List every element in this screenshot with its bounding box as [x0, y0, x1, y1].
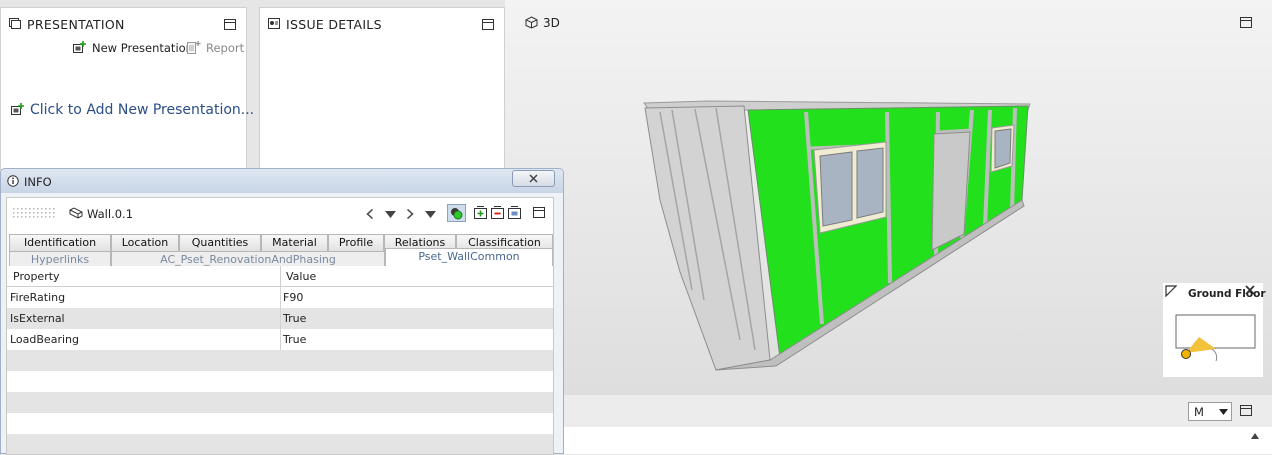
issue-details-title: ISSUE DETAILS: [286, 17, 382, 32]
empty-row: [7, 371, 553, 392]
viewport-status-bar: M: [505, 395, 1272, 427]
info-title: INFO: [24, 175, 52, 189]
wall-element-icon: [69, 207, 83, 219]
property-name: FireRating: [10, 291, 66, 304]
chevron-right-icon[interactable]: [406, 209, 414, 219]
chevron-down-icon[interactable]: [385, 211, 396, 218]
building-model[interactable]: [505, 0, 1272, 395]
add-presentation-icon: [11, 103, 24, 115]
empty-row: [7, 350, 553, 371]
tab-pset-wallcommon[interactable]: Pset_WallCommon: [385, 248, 553, 267]
info-close-button[interactable]: [512, 170, 555, 187]
empty-row: [7, 434, 553, 454]
cell-divider: [280, 308, 281, 329]
property-value: True: [283, 333, 307, 346]
property-grid-header: Property Value: [7, 266, 553, 287]
tab-identification[interactable]: Identification: [9, 234, 111, 251]
table-row[interactable]: IsExternal True: [7, 308, 553, 329]
cell-divider: [280, 287, 281, 308]
property-name: IsExternal: [10, 312, 65, 325]
window-right-glass: [994, 128, 1012, 169]
dropdown-arrow-icon[interactable]: [425, 211, 436, 218]
presentation-icon: [9, 18, 21, 29]
add-presentation-label: Click to Add New Presentation...: [30, 102, 255, 118]
tab-material[interactable]: Material: [261, 234, 328, 251]
tab-profile[interactable]: Profile: [328, 234, 384, 251]
edit-property-icon[interactable]: [508, 206, 521, 219]
issue-details-panel: ISSUE DETAILS: [259, 7, 505, 170]
column-property[interactable]: Property: [13, 270, 60, 283]
info-body: Wall.0.1 Identification Location Quantit…: [6, 197, 554, 455]
property-name: LoadBearing: [10, 333, 79, 346]
presentation-panel: PRESENTATION New Presentation Report Cli…: [0, 7, 254, 170]
report-label: Report: [206, 41, 245, 55]
empty-row: [7, 392, 553, 413]
info-titlebar[interactable]: INFO: [1, 169, 563, 193]
table-row[interactable]: FireRating F90: [7, 287, 553, 308]
property-value: True: [283, 312, 307, 325]
info-icon: [7, 175, 19, 187]
new-presentation-icon: [73, 41, 86, 53]
minimap-corner-icon: [1165, 285, 1177, 297]
column-value[interactable]: Value: [286, 270, 316, 283]
close-icon[interactable]: [1244, 284, 1256, 296]
issue-details-maximize-button[interactable]: [482, 19, 494, 30]
new-presentation-label: New Presentation: [92, 41, 193, 55]
bottom-panel: [505, 427, 1272, 454]
tab-quantities[interactable]: Quantities: [179, 234, 261, 251]
info-maximize-button[interactable]: [533, 207, 545, 218]
cell-divider: [280, 329, 281, 350]
empty-row: [7, 413, 553, 434]
close-icon: [529, 174, 538, 183]
remove-property-icon[interactable]: [491, 206, 504, 219]
window-left-glass-b: [856, 147, 884, 219]
door: [931, 131, 971, 251]
mode-select-value: M: [1194, 405, 1204, 419]
window-left-glass-a: [819, 151, 853, 227]
table-row[interactable]: LoadBearing True: [7, 329, 553, 350]
tab-location[interactable]: Location: [111, 234, 179, 251]
report-icon: [187, 41, 201, 54]
issue-details-icon: [268, 18, 280, 29]
add-property-icon[interactable]: [474, 206, 487, 219]
highlight-icon: [451, 208, 463, 220]
status-maximize-button[interactable]: [1240, 405, 1252, 416]
floor-plan: [1175, 314, 1256, 362]
property-value: F90: [283, 291, 304, 304]
chevron-left-icon[interactable]: [366, 209, 374, 219]
presentation-maximize-button[interactable]: [224, 19, 236, 30]
drag-handle-icon[interactable]: [13, 208, 57, 218]
info-window: INFO Wall.0.1 Identification Location Qu…: [0, 168, 564, 455]
scroll-up-icon[interactable]: [1251, 433, 1259, 439]
3d-viewport[interactable]: 3D Ground Floor: [505, 0, 1272, 395]
highlight-toggle-button[interactable]: [447, 204, 466, 222]
element-name: Wall.0.1: [87, 207, 134, 221]
column-divider[interactable]: [280, 266, 281, 286]
presentation-title: PRESENTATION: [27, 17, 125, 32]
mode-select[interactable]: M: [1188, 402, 1232, 421]
chevron-down-icon: [1219, 409, 1228, 415]
ground-floor-minimap[interactable]: Ground Floor: [1163, 283, 1266, 377]
